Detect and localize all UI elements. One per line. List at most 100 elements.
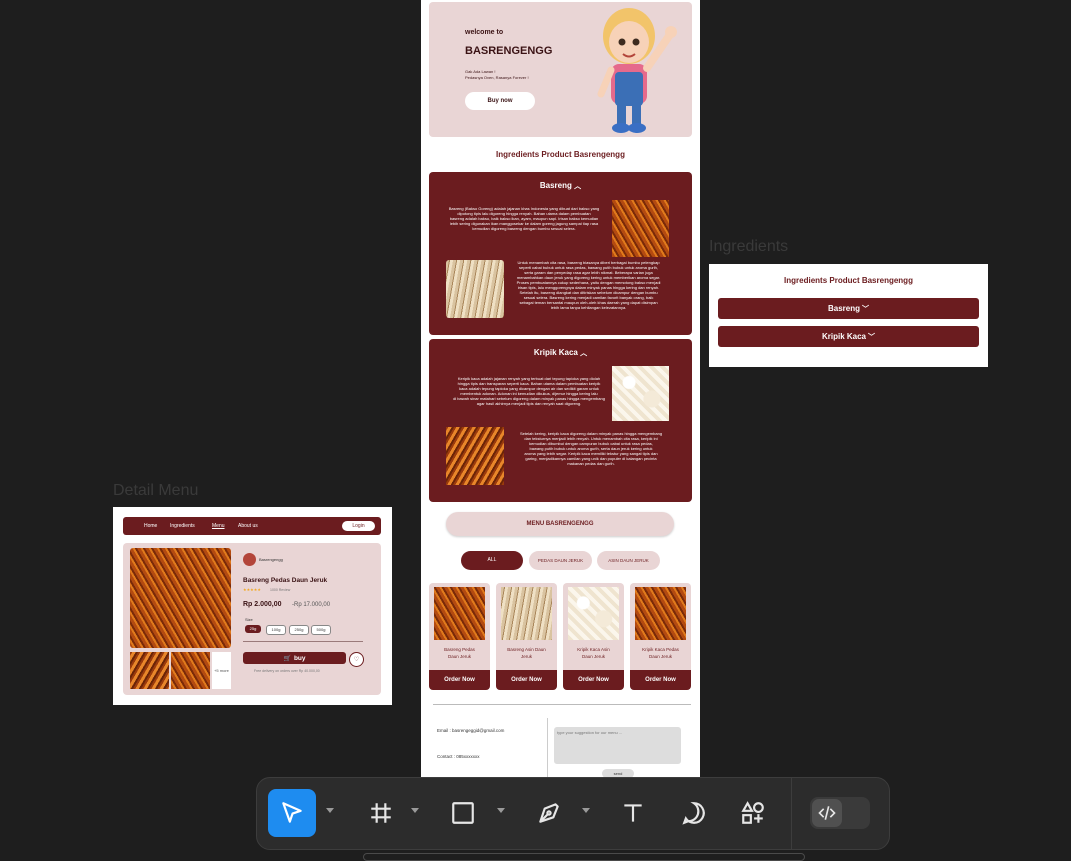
product-card[interactable]: Kripik Kaca Asin Daun Jeruk Order Now xyxy=(563,583,624,690)
bottom-toolbar xyxy=(256,777,890,850)
move-tool[interactable] xyxy=(268,789,316,837)
assets-tool[interactable] xyxy=(733,793,773,833)
wishlist-button[interactable]: ♡ xyxy=(349,652,364,667)
product-image xyxy=(635,587,686,640)
frame-tool[interactable] xyxy=(361,793,401,833)
collapsed-basreng-label: Basreng xyxy=(827,304,860,313)
chevron-up-icon: ︿ xyxy=(580,350,588,357)
size-25g[interactable]: 25g xyxy=(245,625,261,633)
basreng-toggle-label: Basreng xyxy=(539,181,572,190)
order-now-button[interactable]: Order Now xyxy=(429,670,490,690)
hero-welcome: welcome to xyxy=(465,29,504,36)
review-count: 1000 Review xyxy=(270,588,291,592)
collapsed-kripik-label: Kripik Kaca xyxy=(821,332,867,341)
product-name-line-2: Daun Jeruk xyxy=(581,654,605,659)
order-now-button[interactable]: Order Now xyxy=(563,670,624,690)
delivery-note: Free delivery on orders over Rp 40.000,0… xyxy=(254,669,320,673)
store-avatar xyxy=(243,553,256,566)
nav-ingredients[interactable]: Ingredients xyxy=(170,523,195,529)
kripik-toggle[interactable]: Kripik Kaca ︿ xyxy=(429,348,692,358)
size-label: Size xyxy=(245,617,253,622)
chevron-down-icon[interactable] xyxy=(582,808,590,813)
menu-title: MENU BASRENGENGG xyxy=(446,512,674,536)
footer-vertical-divider xyxy=(547,718,548,786)
pen-tool[interactable] xyxy=(529,793,569,833)
size-100g[interactable]: 100g xyxy=(266,625,286,635)
buy-now-button[interactable]: Buy now xyxy=(465,92,535,110)
dev-mode-knob xyxy=(812,799,842,827)
size-250g[interactable]: 250g xyxy=(289,625,309,635)
filter-asin[interactable]: ASIN DAUN JERUK xyxy=(597,551,660,570)
landing-page-frame[interactable]: welcome to BASRENGENGG Gak Ada Lawan ! P… xyxy=(421,0,700,786)
collapsed-basreng-toggle[interactable]: Basreng ﹀ xyxy=(718,298,979,319)
thumb-1[interactable] xyxy=(130,652,169,689)
filter-all[interactable]: ALL xyxy=(461,551,523,570)
product-image xyxy=(568,587,619,640)
toolbar-separator xyxy=(791,778,792,849)
chevron-down-icon: ﹀ xyxy=(862,305,869,313)
old-price: -Rp 17.000,00 xyxy=(292,602,331,608)
dev-mode-toggle[interactable] xyxy=(810,797,870,829)
product-card[interactable]: Kripik Kaca Pedas Daun Jeruk Order Now xyxy=(630,583,691,690)
product-name-line-1: Basreng Pedas xyxy=(444,647,475,652)
chevron-down-icon[interactable] xyxy=(497,808,505,813)
product-name-line-2: Daun Jeruk xyxy=(648,654,672,659)
order-now-button[interactable]: Order Now xyxy=(630,670,691,690)
thumb-2[interactable] xyxy=(171,652,210,689)
kripik-toggle-label: Kripik Kaca xyxy=(533,348,578,357)
cart-icon: 🛒 xyxy=(283,655,291,662)
nav-home[interactable]: Home xyxy=(144,523,157,529)
code-icon xyxy=(818,806,836,820)
mascot-illustration xyxy=(579,2,689,137)
shapes-icon xyxy=(741,801,764,824)
order-now-button[interactable]: Order Now xyxy=(496,670,557,690)
basreng-image-1 xyxy=(612,200,669,257)
product-image xyxy=(501,587,552,640)
frame-label-detail-menu: Detail Menu xyxy=(113,482,199,499)
chevron-up-icon: ︿ xyxy=(574,183,582,190)
nav-menu[interactable]: Menu xyxy=(212,523,225,529)
footer-email: Email : basrengeggid@gmail.com xyxy=(437,728,505,733)
product-detail-card: +5 more Basrengengg Basreng Pedas Daun J… xyxy=(123,543,381,695)
product-card[interactable]: Basreng Asin Daun Jeruk Order Now xyxy=(496,583,557,690)
product-name-line-1: Kripik Kaca Asin xyxy=(577,647,610,652)
detail-menu-frame[interactable]: Home Ingredients Menu About us Login +5 … xyxy=(113,507,392,705)
filter-pedas[interactable]: PEDAS DAUN JERUK xyxy=(529,551,592,570)
login-button[interactable]: Login xyxy=(342,521,375,531)
suggestion-input[interactable]: type your suggestion for our menu ... xyxy=(554,727,681,764)
collapsed-title: Ingredients Product Basrengengg xyxy=(784,276,913,285)
heart-icon: ♡ xyxy=(353,657,360,663)
comment-icon xyxy=(682,802,705,825)
chevron-down-icon[interactable] xyxy=(326,808,334,813)
text-tool[interactable] xyxy=(613,793,653,833)
product-name-line-1: Basreng Asin Daun xyxy=(507,647,546,652)
product-price: Rp 2.000,00 xyxy=(243,601,282,608)
basreng-toggle[interactable]: Basreng ︿ xyxy=(429,181,692,191)
more-photos-thumb[interactable]: +5 more xyxy=(212,652,231,689)
ingredients-collapsed-frame[interactable]: Ingredients Product Basrengengg Basreng … xyxy=(709,264,988,367)
buy-button[interactable]: 🛒 buy xyxy=(243,652,346,664)
hero-banner: welcome to BASRENGENGG Gak Ada Lawan ! P… xyxy=(429,2,692,137)
product-name-line-2: Daun Jeruk xyxy=(447,654,471,659)
divider xyxy=(433,704,691,705)
rating-stars: ★★★★★ xyxy=(243,587,261,592)
size-500g[interactable]: 500g xyxy=(311,625,331,635)
hero-tagline-1: Gak Ada Lawan ! xyxy=(465,69,496,74)
hero-tagline-2: Pedasnya Oven, Rasanya Forever ! xyxy=(465,75,529,80)
kripik-section: Kripik Kaca ︿ Keripik kaca adalah jajana… xyxy=(429,339,692,502)
basreng-paragraph-2: Untuk menambah cita rasa, basreng biasan… xyxy=(516,260,661,310)
kripik-paragraph-1: Keripik kaca adalah jajanan renyah yang … xyxy=(453,376,605,406)
footer-contact: Contact : 085xxxxxxx xyxy=(437,754,480,759)
kripik-image-1 xyxy=(612,366,669,421)
ingredients-title: Ingredients Product Basrengengg xyxy=(496,150,625,159)
comment-tool[interactable] xyxy=(674,793,714,833)
collapsed-kripik-toggle[interactable]: Kripik Kaca ﹀ xyxy=(718,326,979,347)
nav-about[interactable]: About us xyxy=(238,523,258,529)
product-card[interactable]: Basreng Pedas Daun Jeruk Order Now xyxy=(429,583,490,690)
text-icon xyxy=(624,804,642,822)
rectangle-icon xyxy=(452,802,474,824)
hero-brand: BASRENGENGG xyxy=(465,45,553,57)
basreng-paragraph-1: Basreng (Bakso Goreng) adalah jajanan kh… xyxy=(448,206,600,231)
chevron-down-icon[interactable] xyxy=(411,808,419,813)
rectangle-tool[interactable] xyxy=(443,793,483,833)
